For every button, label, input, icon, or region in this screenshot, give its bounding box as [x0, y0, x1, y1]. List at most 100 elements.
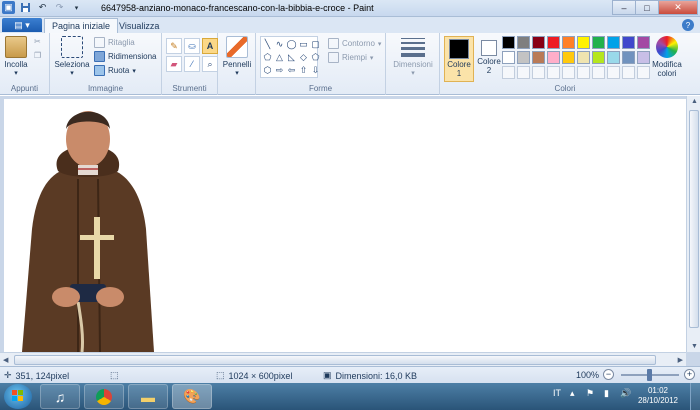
- tab-home[interactable]: Pagina iniziale: [44, 18, 119, 33]
- palette-color-swatch[interactable]: [562, 36, 575, 49]
- palette-color-swatch[interactable]: [547, 51, 560, 64]
- eraser-icon[interactable]: ▰: [166, 56, 182, 72]
- vertical-scroll-thumb[interactable]: [689, 110, 699, 328]
- palette-color-swatch[interactable]: [637, 51, 650, 64]
- palette-color-swatch[interactable]: [517, 51, 530, 64]
- palette-color-swatch[interactable]: [607, 51, 620, 64]
- polygon-shape-icon[interactable]: ⬠: [262, 51, 273, 63]
- vertical-scrollbar[interactable]: ▲ ▼: [686, 96, 700, 352]
- palette-color-swatch[interactable]: [592, 36, 605, 49]
- custom-color-slot[interactable]: [562, 66, 575, 79]
- system-clock[interactable]: 01:02 28/10/2012: [638, 386, 678, 406]
- line-shape-icon[interactable]: ╲: [262, 38, 273, 50]
- palette-color-swatch[interactable]: [622, 51, 635, 64]
- size-button[interactable]: Dimensioni ▾: [390, 36, 436, 77]
- taskbar-chrome[interactable]: [84, 384, 124, 409]
- magnifier-icon[interactable]: ⌕: [202, 56, 218, 72]
- text-icon[interactable]: A: [202, 38, 218, 54]
- scroll-right-icon[interactable]: ▶: [678, 356, 683, 364]
- diamond-shape-icon[interactable]: ◇: [298, 51, 309, 63]
- drawing-canvas[interactable]: [4, 99, 686, 352]
- shapes-gallery[interactable]: ╲ ∿ ◯ ▭ ▢ ⬠ △ ◺ ◇ ⬠ ⬡ ⇨ ⇦ ⇧ ⇩: [260, 36, 321, 78]
- show-desktop-button[interactable]: [690, 383, 700, 410]
- right-triangle-shape-icon[interactable]: ◺: [286, 51, 297, 63]
- custom-color-slot[interactable]: [577, 66, 590, 79]
- palette-color-swatch[interactable]: [502, 36, 515, 49]
- custom-color-slot[interactable]: [592, 66, 605, 79]
- zoom-out-button[interactable]: −: [603, 369, 614, 380]
- pentagon-shape-icon[interactable]: ⬠: [310, 51, 321, 63]
- oval-shape-icon[interactable]: ◯: [286, 38, 297, 50]
- custom-color-slot[interactable]: [502, 66, 515, 79]
- brushes-button[interactable]: Pennelli ▾: [222, 36, 252, 77]
- tab-view[interactable]: Visualizza: [112, 18, 166, 33]
- redo-icon[interactable]: ↷: [53, 1, 66, 14]
- pencil-icon[interactable]: ✎: [166, 38, 182, 54]
- zoom-slider-thumb[interactable]: [647, 369, 652, 381]
- arrow-right-shape-icon[interactable]: ⇨: [274, 64, 285, 76]
- triangle-shape-icon[interactable]: △: [274, 51, 285, 63]
- arrow-down-shape-icon[interactable]: ⇩: [310, 64, 321, 76]
- fill-button[interactable]: Riempi ▾: [328, 52, 373, 63]
- color2-selector[interactable]: Colore 2: [474, 36, 504, 82]
- paint-menu-button[interactable]: ▤ ▾: [2, 18, 42, 32]
- minimize-button[interactable]: –: [612, 0, 636, 15]
- language-indicator[interactable]: IT: [553, 388, 561, 398]
- volume-icon[interactable]: 🔊: [620, 388, 631, 399]
- color-picker-icon[interactable]: ⁄: [184, 56, 200, 72]
- cut-button[interactable]: ✂: [34, 37, 41, 46]
- hexagon-shape-icon[interactable]: ⬡: [262, 64, 273, 76]
- show-hidden-icons[interactable]: ▴: [570, 388, 575, 399]
- custom-color-slot[interactable]: [637, 66, 650, 79]
- palette-color-swatch[interactable]: [502, 51, 515, 64]
- outline-button[interactable]: Contorno ▾: [328, 38, 381, 49]
- palette-color-swatch[interactable]: [532, 36, 545, 49]
- palette-color-swatch[interactable]: [562, 51, 575, 64]
- close-button[interactable]: ✕: [658, 0, 698, 15]
- rectangle-shape-icon[interactable]: ▭: [298, 38, 309, 50]
- help-icon[interactable]: ?: [682, 19, 694, 31]
- palette-color-swatch[interactable]: [622, 36, 635, 49]
- rotate-button[interactable]: Ruota ▾: [94, 65, 136, 76]
- taskbar-explorer[interactable]: ▬: [128, 384, 168, 409]
- zoom-in-button[interactable]: +: [684, 369, 695, 380]
- battery-icon[interactable]: ▮: [604, 388, 609, 399]
- curve-shape-icon[interactable]: ∿: [274, 38, 285, 50]
- taskbar-itunes[interactable]: ♫: [40, 384, 80, 409]
- custom-color-slot[interactable]: [532, 66, 545, 79]
- palette-color-swatch[interactable]: [517, 36, 530, 49]
- fill-icon[interactable]: ⛀: [184, 38, 200, 54]
- resize-button[interactable]: Ridimensiona: [94, 51, 156, 62]
- custom-color-slot[interactable]: [622, 66, 635, 79]
- copy-button[interactable]: ❐: [34, 51, 41, 60]
- start-button[interactable]: [4, 384, 32, 409]
- undo-icon[interactable]: ↶: [36, 1, 49, 14]
- save-icon[interactable]: [19, 1, 32, 14]
- palette-color-swatch[interactable]: [607, 36, 620, 49]
- scroll-down-icon[interactable]: ▼: [691, 343, 698, 350]
- horizontal-scrollbar[interactable]: ◀ ▶: [0, 352, 686, 366]
- custom-color-slot[interactable]: [547, 66, 560, 79]
- palette-color-swatch[interactable]: [547, 36, 560, 49]
- scroll-up-icon[interactable]: ▲: [691, 98, 698, 105]
- rounded-rectangle-shape-icon[interactable]: ▢: [310, 38, 321, 50]
- color1-selector[interactable]: Colore 1: [444, 36, 474, 82]
- arrow-up-shape-icon[interactable]: ⇧: [298, 64, 309, 76]
- scroll-left-icon[interactable]: ◀: [3, 356, 8, 364]
- arrow-left-shape-icon[interactable]: ⇦: [286, 64, 297, 76]
- palette-color-swatch[interactable]: [592, 51, 605, 64]
- palette-color-swatch[interactable]: [577, 51, 590, 64]
- maximize-button[interactable]: □: [635, 0, 659, 15]
- action-center-icon[interactable]: ⚑: [586, 388, 594, 399]
- taskbar-paint[interactable]: 🎨: [172, 384, 212, 409]
- crop-button[interactable]: Ritaglia: [94, 37, 135, 48]
- palette-color-swatch[interactable]: [532, 51, 545, 64]
- customize-qat-icon[interactable]: ▾: [70, 1, 83, 14]
- custom-color-slot[interactable]: [517, 66, 530, 79]
- palette-color-swatch[interactable]: [637, 36, 650, 49]
- horizontal-scroll-thumb[interactable]: [14, 355, 656, 365]
- select-button[interactable]: Seleziona ▾: [54, 36, 90, 77]
- custom-color-slot[interactable]: [607, 66, 620, 79]
- palette-color-swatch[interactable]: [577, 36, 590, 49]
- paste-button[interactable]: Incolla ▾: [3, 36, 29, 77]
